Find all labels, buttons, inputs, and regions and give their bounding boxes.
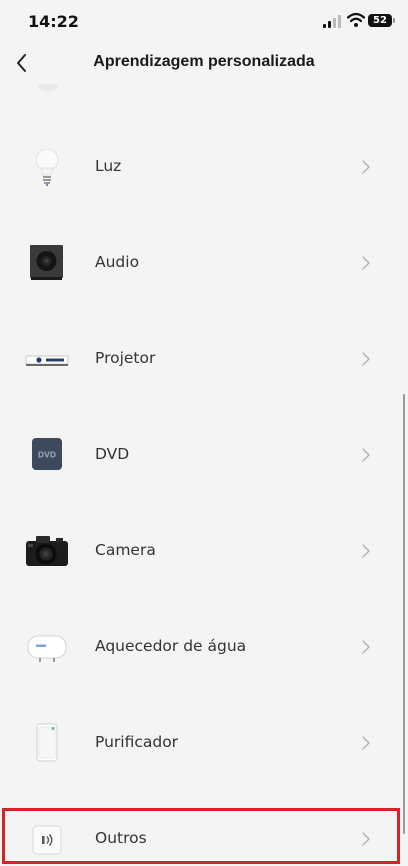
chevron-right-icon: [362, 448, 370, 462]
purifier-icon: [36, 723, 58, 762]
cellular-signal-icon: [323, 14, 343, 28]
water-heater-icon: [27, 635, 67, 662]
dvd-icon: DVD: [32, 438, 62, 470]
list-item-label: DVD: [95, 445, 130, 463]
list-item-label: Outros: [95, 829, 147, 847]
list-item-outros[interactable]: Outros: [0, 791, 404, 866]
chevron-right-icon: [362, 736, 370, 750]
status-time: 14:22: [28, 12, 79, 31]
status-bar: 14:22 52: [0, 0, 408, 42]
others-signal-icon: [32, 825, 62, 855]
partial-device-icon: [38, 84, 58, 91]
page-title: Aprendizagem personalizada: [93, 53, 315, 70]
projector-icon: [25, 355, 69, 366]
battery-icon: 52: [368, 14, 395, 27]
wifi-icon: [347, 12, 365, 27]
speaker-icon: [30, 245, 63, 280]
list-item-luz[interactable]: Luz: [0, 119, 404, 215]
light-bulb-icon: [35, 148, 59, 186]
svg-text:DVD: DVD: [38, 451, 56, 460]
camera-icon: [26, 536, 68, 566]
list-item-dvd[interactable]: DVD DVD: [0, 407, 404, 503]
list-item-audio[interactable]: Audio: [0, 215, 404, 311]
list-item-label: Audio: [95, 253, 140, 271]
list-item-purificador[interactable]: Purificador: [0, 695, 404, 791]
list-item-label: Aquecedor de água: [95, 637, 247, 655]
chevron-right-icon: [362, 640, 370, 654]
list-item-camera[interactable]: Camera: [0, 503, 404, 599]
list-item-projetor[interactable]: Projetor: [0, 311, 404, 407]
list-item-label: Purificador: [95, 733, 179, 751]
chevron-right-icon: [362, 832, 370, 846]
list-item-aquecedor-de-agua[interactable]: Aquecedor de água: [0, 599, 404, 695]
list-item-label: Projetor: [95, 349, 156, 367]
scrollbar[interactable]: [403, 394, 405, 834]
list-item-label: Luz: [95, 157, 122, 175]
chevron-right-icon: [362, 352, 370, 366]
chevron-right-icon: [362, 160, 370, 174]
list-item-label: Camera: [95, 541, 156, 559]
device-list: Luz Audio Projetor DVD DVD Camera Aquece…: [0, 84, 408, 866]
chevron-right-icon: [362, 544, 370, 558]
header: Aprendizagem personalizada: [0, 42, 408, 84]
chevron-right-icon: [362, 256, 370, 270]
